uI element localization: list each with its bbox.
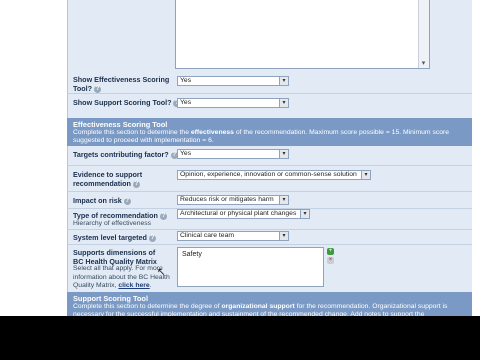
section-title: Effectiveness Scoring Tool [73, 120, 168, 129]
targets-select[interactable]: Yes ▾ [177, 149, 289, 159]
add-icon[interactable]: + [327, 248, 334, 255]
effectiveness-section-header: Effectiveness Scoring Tool Complete this… [67, 118, 472, 146]
help-icon[interactable]: ? [94, 85, 102, 93]
show-support-select[interactable]: Yes ▾ [177, 98, 289, 108]
evidence-label: Evidence to support recommendation? [73, 170, 143, 188]
dimensions-label: Supports dimensions of BC Health Quality… [73, 248, 157, 266]
section-description: Complete this section to determine the d… [73, 303, 448, 316]
chevron-down-icon: ▾ [279, 150, 288, 158]
section-description: Complete this section to determine the e… [73, 129, 450, 145]
click-here-link[interactable]: click here [118, 282, 149, 289]
targets-label: Targets contributing factor?? [73, 150, 178, 159]
chevron-down-icon: ▾ [279, 99, 288, 107]
type-sublabel: Hierarchy of effectiveness [73, 220, 152, 227]
help-icon[interactable]: ? [123, 197, 131, 205]
impact-label: Impact on risk? [73, 196, 131, 205]
chevron-down-icon: ▾ [279, 196, 288, 204]
divider [67, 244, 472, 245]
chevron-down-icon: ▾ [279, 77, 288, 85]
chevron-down-icon: ▾ [279, 232, 288, 240]
listbox-item[interactable]: Safety [182, 251, 319, 258]
system-level-label: System level targeted? [73, 233, 156, 242]
divider [67, 229, 472, 230]
help-icon[interactable]: ? [132, 180, 140, 188]
remove-icon[interactable]: × [327, 257, 334, 264]
chevron-down-icon: ▾ [361, 171, 370, 179]
divider [67, 93, 472, 94]
section-title: Support Scoring Tool [73, 294, 148, 303]
chevron-down-icon: ▾ [300, 210, 309, 218]
help-icon[interactable]: ? [159, 212, 167, 220]
evidence-select[interactable]: Opinion, experience, innovation or commo… [177, 170, 371, 180]
show-support-label: Show Support Scoring Tool?? [73, 98, 181, 107]
textarea-scrollbar[interactable]: ▾ [418, 0, 429, 68]
divider [67, 191, 472, 192]
type-label: Type of recommendation? [73, 211, 167, 220]
notes-textarea[interactable]: ▾ [175, 0, 430, 69]
type-select[interactable]: Architectural or physical plant changes ▾ [177, 209, 310, 219]
show-effectiveness-label: Show Effectiveness Scoring Tool?? [73, 75, 170, 93]
impact-select[interactable]: Reduces risk or mitigates harm ▾ [177, 195, 289, 205]
scroll-down-icon[interactable]: ▾ [420, 60, 427, 67]
divider [67, 165, 472, 166]
page-margin [472, 0, 480, 316]
help-icon[interactable]: ? [148, 234, 156, 242]
show-effectiveness-select[interactable]: Yes ▾ [177, 76, 289, 86]
dimensions-listbox[interactable]: Safety [177, 247, 324, 287]
letterbox-bottom [0, 316, 480, 360]
support-section-header: Support Scoring Tool Complete this secti… [67, 292, 472, 316]
mouse-cursor-icon: ↖ [157, 267, 166, 278]
page: ▾ Show Effectiveness Scoring Tool?? Yes ▾… [0, 0, 480, 316]
system-level-select[interactable]: Clinical care team ▾ [177, 231, 289, 241]
